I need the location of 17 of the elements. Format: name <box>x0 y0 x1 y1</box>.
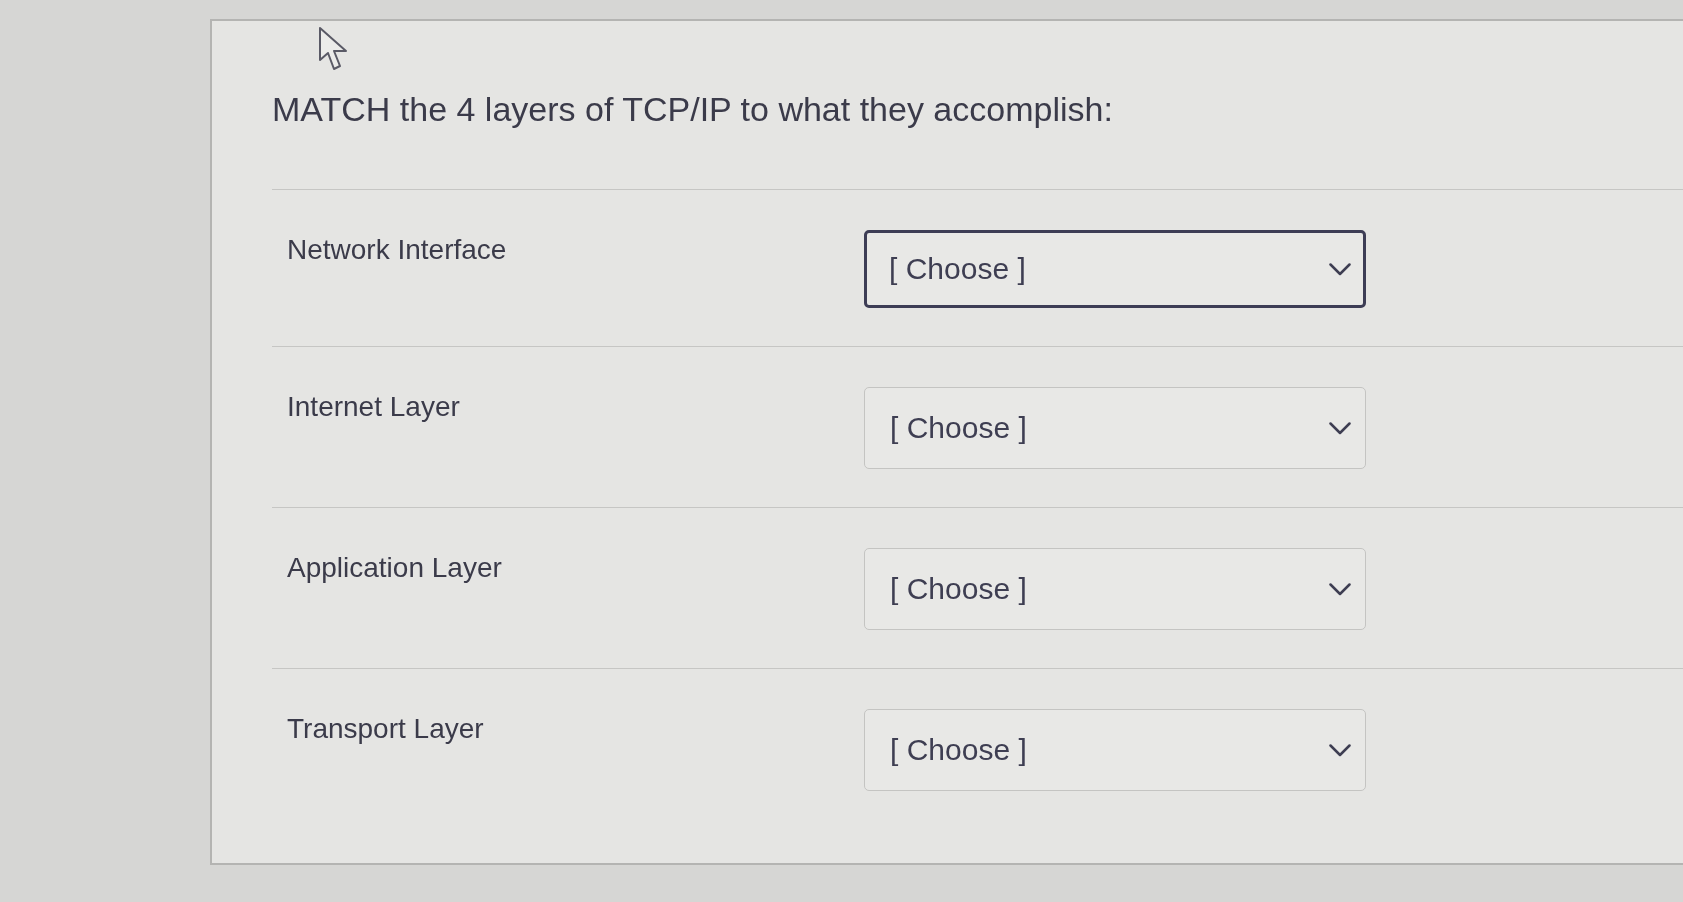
chevron-down-icon <box>1329 743 1351 757</box>
question-text: MATCH the 4 layers of TCP/IP to what they accomplish: <box>272 89 1113 130</box>
dropdown-value: [ Choose ] <box>890 732 1027 768</box>
choose-dropdown[interactable]: [ Choose ] <box>864 548 1366 630</box>
dropdown-value: [ Choose ] <box>889 251 1026 287</box>
chevron-down-icon <box>1329 421 1351 435</box>
choose-dropdown[interactable]: [ Choose ] <box>864 230 1366 308</box>
choose-dropdown[interactable]: [ Choose ] <box>864 709 1366 791</box>
choose-dropdown[interactable]: [ Choose ] <box>864 387 1366 469</box>
dropdown-value: [ Choose ] <box>890 571 1027 607</box>
layer-label: Internet Layer <box>287 391 460 422</box>
chevron-down-icon <box>1329 582 1351 596</box>
layer-label: Application Layer <box>287 552 502 583</box>
dropdown-value: [ Choose ] <box>890 410 1027 446</box>
chevron-down-icon <box>1329 262 1351 276</box>
layer-label: Transport Layer <box>287 713 484 744</box>
layer-label: Network Interface <box>287 234 507 265</box>
